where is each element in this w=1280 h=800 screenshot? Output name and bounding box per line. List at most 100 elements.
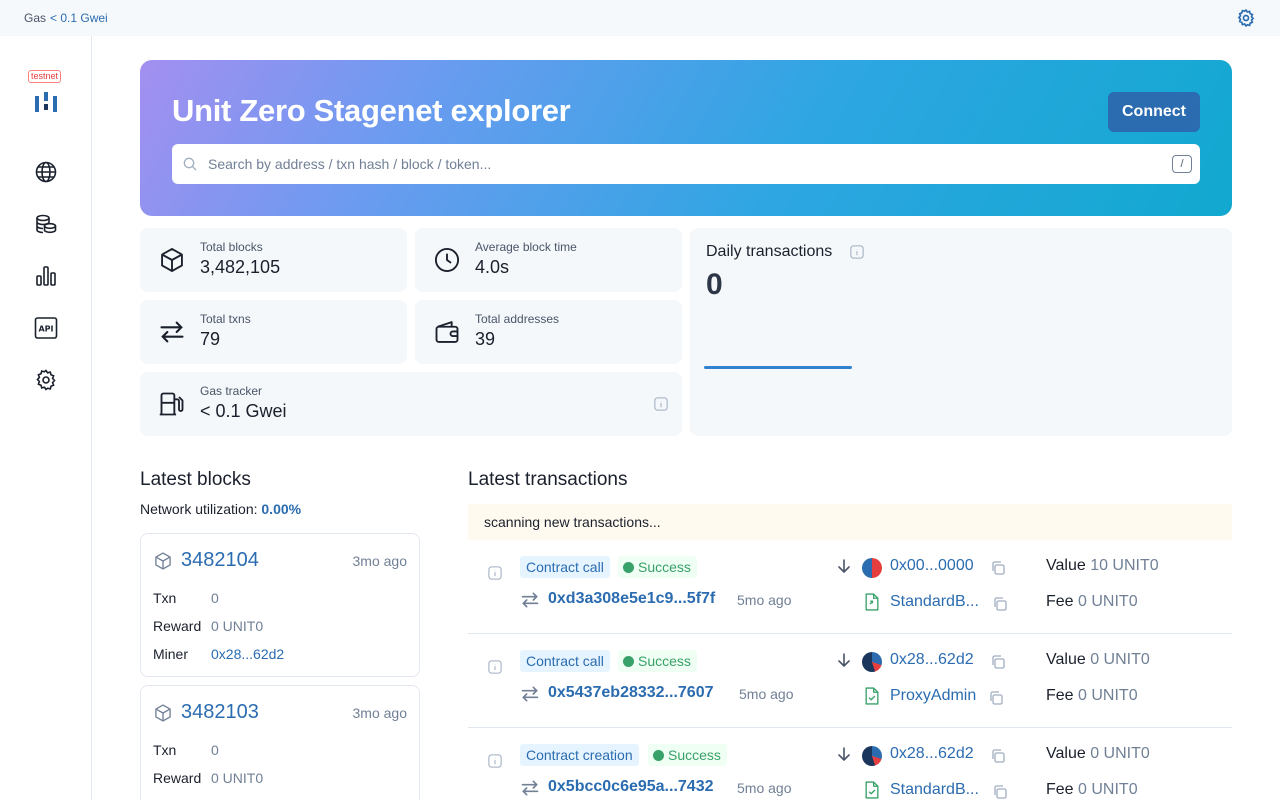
settings-gear-icon[interactable] (1236, 8, 1256, 28)
fee-amount: 0 UNIT0 (1078, 593, 1138, 610)
address-avatar (862, 652, 882, 672)
gas-price-link[interactable]: < 0.1 Gwei (50, 11, 108, 25)
transaction-row: Contract call Success 0x5437eb28332...76… (468, 634, 1232, 728)
info-icon[interactable] (488, 660, 502, 674)
value-amount: 0 UNIT0 (1090, 745, 1150, 762)
tx-age: 5mo ago (737, 592, 792, 608)
search-icon (183, 157, 197, 171)
search-bar: / (172, 144, 1200, 184)
stat-label: Total txns (200, 312, 251, 326)
block-row-reward: Reward 0 UNIT0 (153, 618, 263, 634)
tx-status-badge: Success (648, 744, 727, 766)
block-number-link[interactable]: 3482103 (181, 701, 259, 724)
status-text: Success (668, 747, 721, 763)
copy-icon[interactable] (990, 748, 1006, 764)
copy-icon[interactable] (992, 784, 1008, 800)
address-avatar (862, 558, 882, 578)
stat-gas-tracker[interactable]: Gas tracker < 0.1 Gwei (140, 372, 682, 436)
stat-total-blocks[interactable]: Total blocks 3,482,105 (140, 228, 407, 292)
tx-hash-link[interactable]: 0x5bcc0c6e95a...7432 (548, 778, 713, 796)
top-bar: Gas < 0.1 Gwei (0, 0, 1280, 36)
tx-age: 5mo ago (737, 780, 792, 796)
block-number-link[interactable]: 3482104 (181, 549, 259, 572)
from-address-link[interactable]: 0x00...0000 (890, 557, 974, 575)
row-value: 0 (211, 590, 219, 606)
fee-label: Fee (1046, 687, 1074, 704)
hero-banner: Unit Zero Stagenet explorer Connect / (140, 60, 1232, 216)
row-key: Miner (153, 646, 189, 662)
from-address-link[interactable]: 0x28...62d2 (890, 745, 974, 763)
stat-value: < 0.1 Gwei (200, 401, 287, 421)
tx-hash-link[interactable]: 0x5437eb28332...7607 (548, 684, 713, 702)
info-icon[interactable] (850, 245, 864, 259)
row-key: Reward (153, 618, 202, 634)
stat-value: 39 (475, 329, 496, 349)
tx-type-badge: Contract call (520, 650, 610, 672)
util-label: Network utilization: (140, 501, 258, 517)
stat-value: 4.0s (475, 257, 510, 277)
fee-amount: 0 UNIT0 (1078, 781, 1138, 798)
latest-blocks-title: Latest blocks (140, 469, 251, 490)
to-contract-link[interactable]: StandardB... (890, 781, 979, 799)
gas-label: Gas (24, 11, 47, 25)
block-row-txn: Txn 0 (153, 742, 219, 758)
daily-transactions-widget: Daily transactions 0 (690, 228, 1232, 436)
tx-fee: Fee 0 UNIT0 (1046, 593, 1138, 611)
globe-icon[interactable] (34, 160, 58, 184)
tokens-icon[interactable] (34, 212, 58, 236)
stat-total-addresses[interactable]: Total addresses 39 (415, 300, 682, 364)
status-text: Success (638, 653, 691, 669)
stat-label: Total blocks (200, 240, 263, 254)
transaction-row: Contract call Success 0xd3a308e5e1c9...5… (468, 540, 1232, 634)
page-title: Unit Zero Stagenet explorer (172, 93, 571, 128)
settings-icon[interactable] (34, 368, 58, 392)
row-value: 0 (211, 742, 219, 758)
transfer-arrows-icon (521, 592, 539, 608)
tx-type-badge: Contract creation (520, 744, 639, 766)
tx-age: 5mo ago (739, 686, 794, 702)
tx-value: Value 0 UNIT0 (1046, 651, 1150, 669)
fee-label: Fee (1046, 781, 1074, 798)
copy-icon[interactable] (990, 560, 1006, 576)
info-icon[interactable] (654, 397, 668, 411)
info-icon[interactable] (488, 566, 502, 580)
tx-status-badge: Success (618, 556, 697, 578)
block-age: 3mo ago (352, 553, 407, 569)
row-value: 0 UNIT0 (211, 618, 264, 634)
status-text: Success (638, 559, 691, 575)
stat-total-txns[interactable]: Total txns 79 (140, 300, 407, 364)
value-amount: 0 UNIT0 (1090, 651, 1150, 668)
testnet-badge: testnet (28, 70, 62, 83)
stat-value: 3,482,105 (200, 257, 281, 277)
arrow-down-icon (838, 559, 850, 574)
stat-label: Average block time (475, 240, 577, 254)
block-age: 3mo ago (352, 705, 407, 721)
search-input[interactable] (208, 144, 1158, 184)
scanning-notice: scanning new transactions... (468, 504, 1232, 540)
stat-label: Total addresses (475, 312, 560, 326)
miner-address-link[interactable]: 0x28...62d2 (211, 646, 284, 662)
tx-hash-link[interactable]: 0xd3a308e5e1c9...5f7f (548, 590, 715, 608)
svg-text:API: API (38, 325, 53, 334)
copy-icon[interactable] (990, 654, 1006, 670)
tx-type-badge: Contract call (520, 556, 610, 578)
tx-fee: Fee 0 UNIT0 (1046, 687, 1138, 705)
arrow-down-icon (838, 653, 850, 668)
widget-title: Daily transactions (706, 243, 833, 260)
to-contract-link[interactable]: StandardB... (890, 593, 979, 611)
unit-zero-logo (35, 92, 57, 112)
fee-amount: 0 UNIT0 (1078, 687, 1138, 704)
block-row-miner: Miner 0x28...62d2 (153, 646, 284, 662)
info-icon[interactable] (488, 754, 502, 768)
copy-icon[interactable] (992, 596, 1008, 612)
charts-stats-icon[interactable] (34, 264, 58, 288)
tx-value: Value 10 UNIT0 (1046, 557, 1159, 575)
address-avatar (862, 746, 882, 766)
connect-wallet-button[interactable]: Connect (1108, 92, 1200, 132)
from-address-link[interactable]: 0x28...62d2 (890, 651, 974, 669)
verified-contract-icon (865, 781, 879, 799)
copy-icon[interactable] (988, 690, 1004, 706)
api-icon[interactable]: API (34, 316, 58, 340)
to-contract-link[interactable]: ProxyAdmin (890, 687, 976, 705)
network-utilization: Network utilization: 0.00% (140, 501, 301, 517)
